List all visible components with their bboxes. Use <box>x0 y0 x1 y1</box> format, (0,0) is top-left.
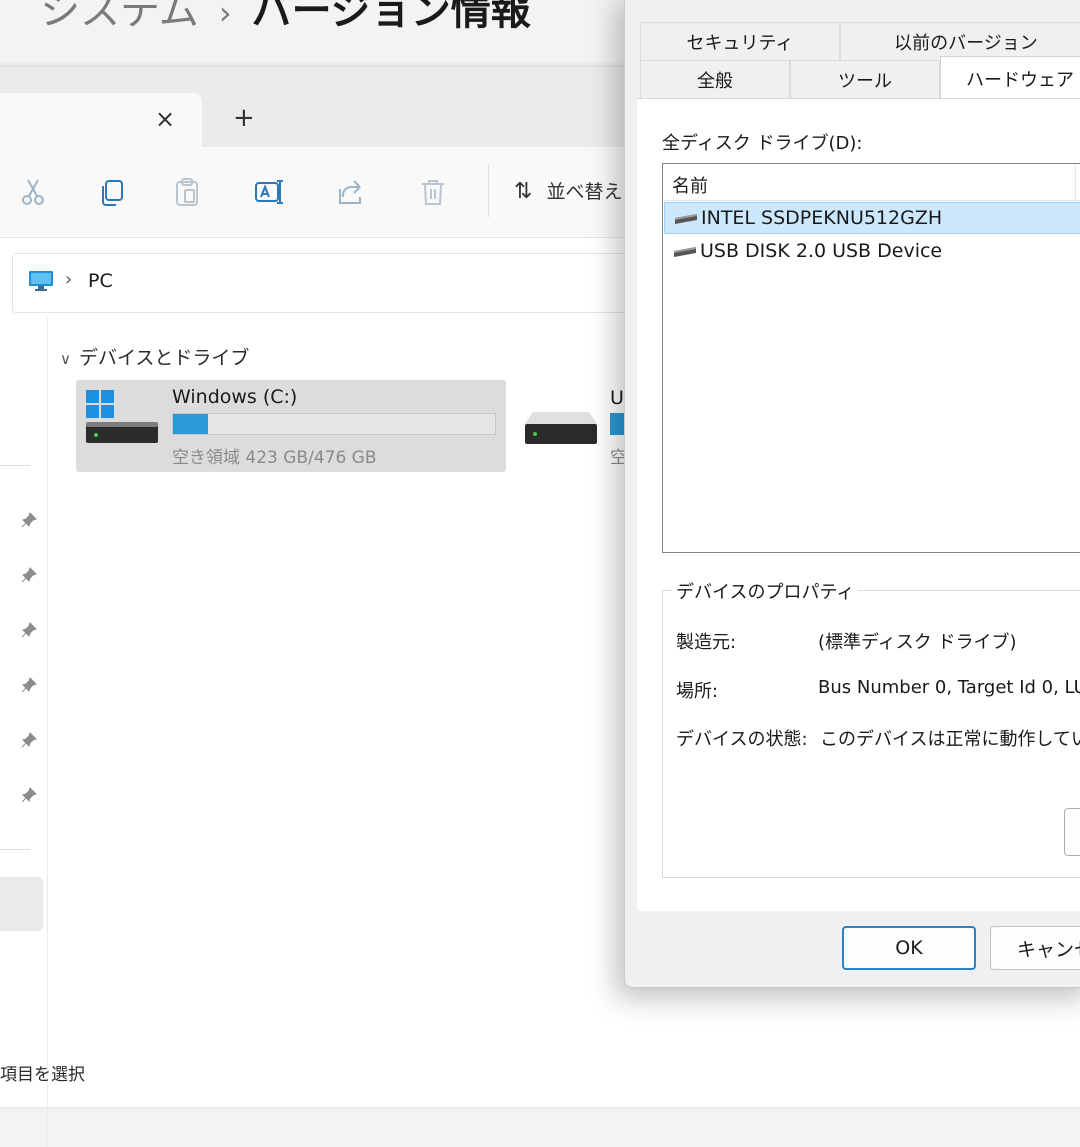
disk-name: INTEL SSDPEKNU512GZH <box>701 207 943 229</box>
rename-icon[interactable] <box>252 175 286 209</box>
address-location[interactable]: PC <box>88 270 113 292</box>
nav-separator <box>0 465 30 466</box>
manufacturer-label: 製造元: <box>676 632 737 653</box>
section-title: デバイスとドライブ <box>78 347 250 369</box>
breadcrumb-parent[interactable]: システム <box>40 0 199 34</box>
disk-name: USB DISK 2.0 USB Device <box>700 240 943 262</box>
sort-label: 並べ替え <box>546 181 623 203</box>
column-header-name[interactable]: 名前 <box>672 172 708 198</box>
tab-hardware[interactable]: ハードウェア <box>940 56 1080 100</box>
cut-icon[interactable] <box>16 175 50 209</box>
cancel-button[interactable]: キャンセ <box>990 926 1080 970</box>
drive-name: U <box>610 387 624 409</box>
disk-drives-label: 全ディスク ドライブ(D): <box>662 133 863 154</box>
list-header[interactable] <box>663 164 1080 201</box>
device-status-label: デバイスの状態: <box>676 729 808 750</box>
manufacturer-value: (標準ディスク ドライブ) <box>818 632 1017 653</box>
tab-security[interactable]: セキュリティ <box>640 22 840 60</box>
chevron-down-icon: ∨ <box>60 350 71 368</box>
sort-icon: ⇅ <box>514 179 533 204</box>
pin-icon[interactable] <box>20 676 38 694</box>
location-label: 場所: <box>676 681 719 702</box>
toolbar-separator <box>488 165 489 217</box>
disk-drive-icon <box>675 214 697 224</box>
nav-item-selected[interactable] <box>0 877 43 931</box>
address-chevron-icon[interactable]: › <box>65 269 72 290</box>
device-status-value: このデバイスは正常に動作してい <box>820 729 1080 750</box>
pin-icon[interactable] <box>20 621 38 639</box>
dialog-tab-row: 全般 ツール ハードウェア <box>640 56 1080 100</box>
hard-drive-icon <box>525 412 597 444</box>
drive-name: Windows (C:) <box>172 386 298 408</box>
pin-icon[interactable] <box>20 731 38 749</box>
nav-separator <box>0 849 30 850</box>
ok-button[interactable]: OK <box>842 926 976 970</box>
list-item[interactable]: INTEL SSDPEKNU512GZH <box>664 202 1080 234</box>
disk-drive-icon <box>674 247 696 257</box>
new-tab-button[interactable]: + <box>233 103 255 133</box>
status-bar-text: 項目を選択 <box>0 1065 85 1085</box>
tab-previous-versions[interactable]: 以前のバージョン <box>840 22 1080 60</box>
settings-breadcrumb: システム › バージョン情報 <box>40 0 531 36</box>
pc-icon <box>29 271 53 291</box>
hard-drive-icon <box>86 422 158 443</box>
pin-icon[interactable] <box>20 511 38 529</box>
drive-free-space: 空き領域 423 GB/476 GB <box>172 448 377 468</box>
location-value: Bus Number 0, Target Id 0, LU <box>818 677 1080 698</box>
copy-icon[interactable] <box>96 175 130 209</box>
pin-icon[interactable] <box>20 786 38 804</box>
paste-icon[interactable] <box>170 175 204 209</box>
column-divider[interactable] <box>1075 164 1076 200</box>
nav-pane-divider <box>47 317 48 1147</box>
dialog-tab-row: セキュリティ 以前のバージョン <box>640 22 1080 60</box>
sort-button[interactable]: ⇅ 並べ替え <box>514 177 622 204</box>
tab-tools[interactable]: ツール <box>790 60 940 98</box>
breadcrumb-separator: › <box>218 0 232 32</box>
delete-icon[interactable] <box>416 175 450 209</box>
devices-section-header[interactable]: ∨ デバイスとドライブ <box>60 343 249 370</box>
properties-button[interactable] <box>1064 808 1080 856</box>
windows-logo-icon <box>86 390 114 418</box>
share-icon[interactable] <box>334 175 368 209</box>
drive-usage-bar <box>172 413 496 435</box>
tab-general[interactable]: 全般 <box>640 60 790 98</box>
close-tab-icon[interactable]: × <box>155 105 175 133</box>
drive-usage-fill <box>173 414 209 434</box>
list-item[interactable]: USB DISK 2.0 USB Device <box>664 236 1080 268</box>
page-title: バージョン情報 <box>251 0 531 34</box>
pin-icon[interactable] <box>20 566 38 584</box>
device-properties-legend: デバイスのプロパティ <box>672 578 859 604</box>
